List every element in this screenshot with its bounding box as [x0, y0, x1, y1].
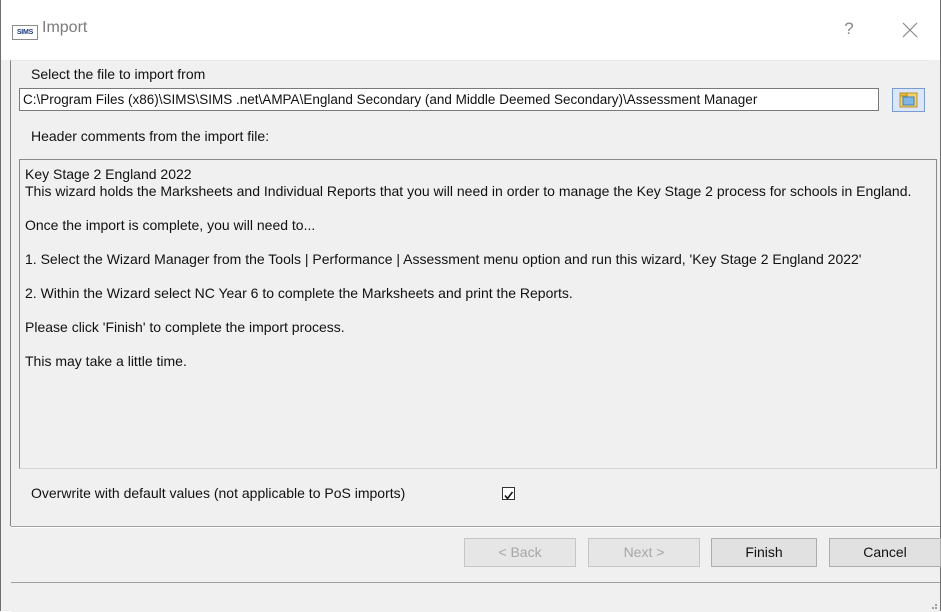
comment-line: Please click 'Finish' to complete the im…: [25, 319, 345, 335]
back-button[interactable]: < Back: [464, 538, 576, 567]
comment-line: 2. Within the Wizard select NC Year 6 to…: [25, 285, 573, 301]
resize-grip-icon[interactable]: [928, 600, 938, 610]
status-bar: [11, 582, 940, 612]
title-bar[interactable]: SIMS Import ?: [1, 0, 940, 60]
finish-button[interactable]: Finish: [711, 538, 817, 567]
select-file-label: Select the file to import from: [31, 66, 206, 82]
cancel-button[interactable]: Cancel: [829, 538, 941, 567]
header-comments-box[interactable]: Key Stage 2 England 2022 This wizard hol…: [19, 159, 937, 469]
import-dialog: SIMS Import ? Select the file to import …: [0, 0, 941, 612]
comment-line: 1. Select the Wizard Manager from the To…: [25, 251, 862, 267]
close-icon: [902, 22, 918, 38]
comment-line: Key Stage 2 England 2022: [25, 166, 192, 182]
close-button[interactable]: [897, 17, 923, 43]
comment-line: Once the import is complete, you will ne…: [25, 217, 316, 233]
overwrite-checkbox[interactable]: [502, 487, 515, 500]
comment-line: This may take a little time.: [25, 353, 187, 369]
browse-button[interactable]: [892, 88, 925, 112]
next-button[interactable]: Next >: [588, 538, 700, 567]
folder-browse-icon: [899, 92, 918, 108]
help-button[interactable]: ?: [837, 17, 861, 41]
header-comments-label: Header comments from the import file:: [31, 128, 270, 144]
sims-app-icon: SIMS: [12, 25, 38, 40]
button-separator: [11, 526, 940, 528]
comment-line: This wizard holds the Marksheets and Ind…: [25, 183, 912, 199]
window-title: Import: [42, 19, 88, 36]
file-path-field[interactable]: C:\Program Files (x86)\SIMS\SIMS .net\AM…: [19, 88, 879, 111]
checkmark-icon: [504, 491, 514, 500]
overwrite-label: Overwrite with default values (not appli…: [31, 485, 406, 501]
